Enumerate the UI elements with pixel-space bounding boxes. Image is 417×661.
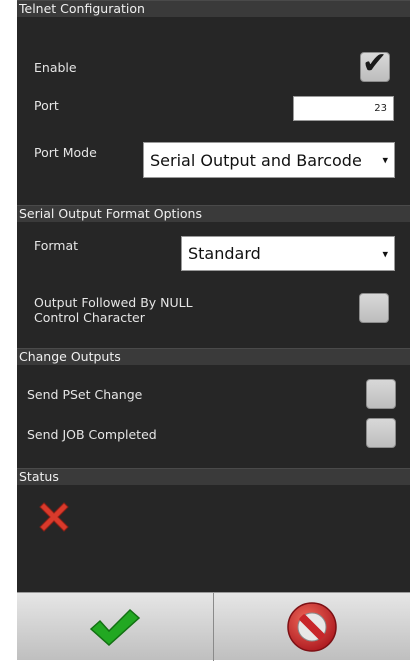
port-mode-select[interactable]: Serial Output and Barcode ▾ bbox=[143, 142, 395, 178]
send-pset-change-checkbox[interactable] bbox=[366, 379, 396, 409]
status-header: Status bbox=[17, 468, 410, 485]
enable-label: Enable bbox=[34, 60, 77, 75]
serial-output-format-header: Serial Output Format Options bbox=[17, 205, 410, 222]
chevron-down-icon: ▾ bbox=[382, 153, 388, 167]
dialog-footer bbox=[17, 592, 410, 661]
send-job-completed-label: Send JOB Completed bbox=[27, 427, 157, 442]
telnet-configuration-header: Telnet Configuration bbox=[17, 0, 410, 17]
port-mode-label: Port Mode bbox=[34, 145, 97, 160]
status-section bbox=[17, 486, 410, 571]
telnet-configuration-section: Enable ✔ Port Port Mode Serial Output an… bbox=[17, 18, 410, 201]
change-outputs-section: Send PSet Change Send JOB Completed bbox=[17, 366, 410, 466]
ok-button[interactable] bbox=[17, 593, 213, 661]
chevron-down-icon: ▾ bbox=[382, 247, 388, 260]
serial-output-format-section: Format Standard ▾ Output Followed By NUL… bbox=[17, 223, 410, 345]
port-input[interactable] bbox=[293, 96, 394, 121]
port-label: Port bbox=[34, 98, 59, 113]
change-outputs-header: Change Outputs bbox=[17, 348, 410, 365]
telnet-config-panel: Telnet Configuration Enable ✔ Port Port … bbox=[17, 0, 410, 661]
null-control-label-line2: Control Character bbox=[34, 310, 145, 325]
cancel-button[interactable] bbox=[214, 593, 410, 661]
send-job-completed-checkbox[interactable] bbox=[366, 418, 396, 448]
enable-checkbox[interactable]: ✔ bbox=[360, 46, 390, 82]
format-select[interactable]: Standard ▾ bbox=[181, 236, 395, 271]
checkmark-icon: ✔ bbox=[362, 46, 388, 81]
null-control-label: Output Followed By NULL Control Characte… bbox=[34, 295, 193, 325]
cancel-icon bbox=[287, 602, 337, 652]
red-x-icon bbox=[39, 502, 69, 532]
format-value: Standard bbox=[188, 244, 261, 263]
green-check-icon bbox=[89, 608, 141, 647]
format-label: Format bbox=[34, 238, 79, 253]
null-control-checkbox[interactable] bbox=[359, 293, 389, 323]
null-control-label-line1: Output Followed By NULL bbox=[34, 295, 193, 310]
port-mode-value: Serial Output and Barcode bbox=[150, 150, 362, 170]
send-pset-change-label: Send PSet Change bbox=[27, 387, 143, 402]
